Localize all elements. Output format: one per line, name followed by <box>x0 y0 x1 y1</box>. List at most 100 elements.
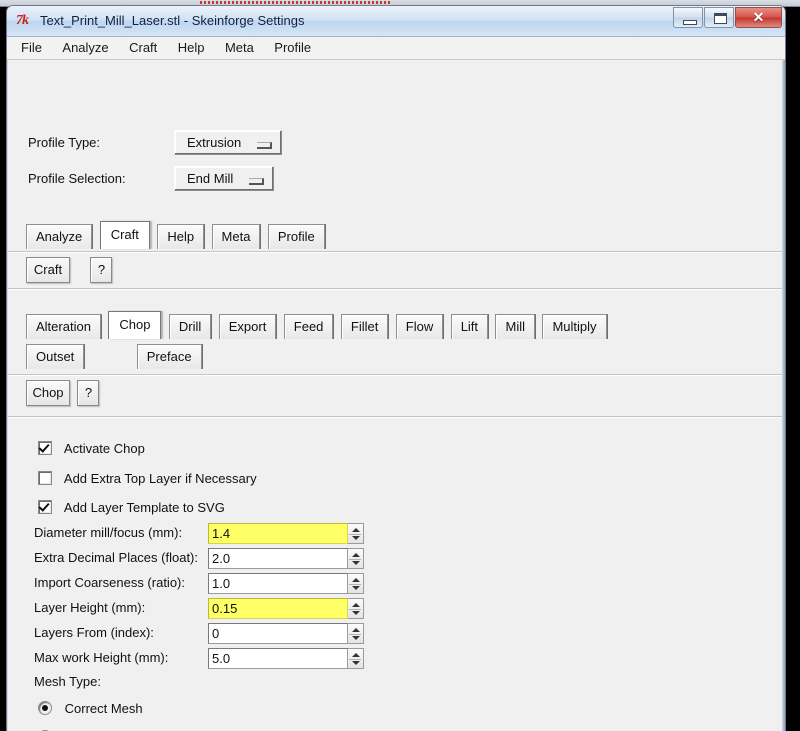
checkbox-label: Add Extra Top Layer if Necessary <box>63 471 257 486</box>
diameter-mill-focus-input[interactable]: 1.4 <box>208 523 348 544</box>
craft-button-row: Craft ? <box>26 257 128 283</box>
craft-button[interactable]: Craft <box>26 257 70 283</box>
tab-outset[interactable]: Outset <box>26 344 85 369</box>
tab-alteration[interactable]: Alteration <box>26 314 101 339</box>
stepper-up-icon <box>352 653 360 657</box>
checkbox-label: Add Layer Template to SVG <box>63 500 225 515</box>
stepper-up-icon <box>352 553 360 557</box>
craft-tab-strip-row2: Outset Preface <box>26 344 205 369</box>
tk-logo-icon: 7k <box>16 13 29 28</box>
stepper-down-icon <box>352 536 360 540</box>
stepper-down-icon <box>352 561 360 565</box>
profile-selection-label: Profile Selection: <box>28 171 126 186</box>
close-button[interactable]: ✕ <box>735 7 782 28</box>
minimize-icon <box>683 20 697 25</box>
mesh-type-label: Mesh Type: <box>34 674 101 689</box>
stepper-up-icon <box>352 528 360 532</box>
close-icon: ✕ <box>752 9 765 25</box>
menu-item-analyze[interactable]: Analyze <box>54 37 116 58</box>
maximize-button[interactable] <box>704 7 734 28</box>
tab-profile[interactable]: Profile <box>267 224 325 249</box>
stepper-down-icon <box>352 586 360 590</box>
diameter-mill-focus-stepper[interactable] <box>348 523 364 544</box>
layers-from-stepper[interactable] <box>348 623 364 644</box>
settings-client-area: Profile Type: Extrusion Profile Selectio… <box>7 60 785 731</box>
tab-craft[interactable]: Craft <box>99 221 150 249</box>
radio-selected-icon <box>38 701 52 715</box>
tab-flow[interactable]: Flow <box>395 314 444 339</box>
extra-decimal-places-stepper[interactable] <box>348 548 364 569</box>
checkbox-add-layer-template-to-svg[interactable]: Add Layer Template to SVG <box>38 500 225 515</box>
section-separator <box>8 251 782 253</box>
checkbox-unchecked-icon <box>38 471 52 485</box>
max-work-height-input[interactable]: 5.0 <box>208 648 348 669</box>
max-work-height-stepper[interactable] <box>348 648 364 669</box>
tab-feed[interactable]: Feed <box>283 314 334 339</box>
stepper-down-icon <box>352 611 360 615</box>
layers-from-input[interactable]: 0 <box>208 623 348 644</box>
chop-button-row: Chop ? <box>26 380 100 406</box>
profile-type-value: Extrusion <box>187 135 242 150</box>
checkbox-checked-icon <box>38 441 52 455</box>
checkbox-checked-icon <box>38 500 52 514</box>
tab-mill[interactable]: Mill <box>495 314 535 339</box>
tab-chop[interactable]: Chop <box>108 311 162 339</box>
chop-help-button[interactable]: ? <box>77 380 100 406</box>
stepper-down-icon <box>352 661 360 665</box>
window-title: Text_Print_Mill_Laser.stl - Skeinforge S… <box>40 13 305 28</box>
radio-correct-mesh[interactable]: Correct Mesh <box>38 701 143 716</box>
field-label: Import Coarseness (ratio): <box>34 575 185 590</box>
profile-selection-dropdown[interactable]: End Mill <box>174 166 274 191</box>
chop-button[interactable]: Chop <box>26 380 70 406</box>
stepper-up-icon <box>352 578 360 582</box>
tab-lift[interactable]: Lift <box>450 314 489 339</box>
stepper-down-icon <box>352 636 360 640</box>
checkbox-label: Activate Chop <box>63 441 145 456</box>
main-tab-strip: Analyze Craft Help Meta Profile <box>26 221 328 249</box>
minimize-button[interactable] <box>673 7 703 28</box>
import-coarseness-input[interactable]: 1.0 <box>208 573 348 594</box>
profile-selection-value: End Mill <box>187 171 234 186</box>
section-separator <box>8 374 782 376</box>
craft-help-button[interactable]: ? <box>90 257 113 283</box>
maximize-icon <box>714 13 727 24</box>
menu-item-file[interactable]: File <box>13 37 50 58</box>
profile-type-label: Profile Type: <box>28 135 101 150</box>
field-label: Extra Decimal Places (float): <box>34 550 198 565</box>
tab-analyze[interactable]: Analyze <box>26 224 93 249</box>
tab-fillet[interactable]: Fillet <box>340 314 389 339</box>
stepper-up-icon <box>352 628 360 632</box>
menu-item-craft[interactable]: Craft <box>121 37 165 58</box>
field-label: Layers From (index): <box>34 625 154 640</box>
section-separator <box>8 416 782 418</box>
import-coarseness-stepper[interactable] <box>348 573 364 594</box>
tab-export[interactable]: Export <box>218 314 277 339</box>
extra-decimal-places-input[interactable]: 2.0 <box>208 548 348 569</box>
option-menu-indicator-icon <box>257 142 272 149</box>
menu-item-meta[interactable]: Meta <box>217 37 262 58</box>
background-window-decoration <box>200 1 390 4</box>
craft-tab-strip-row1: Alteration Chop Drill Export Feed Fillet… <box>26 311 610 339</box>
layer-height-stepper[interactable] <box>348 598 364 619</box>
tab-preface[interactable]: Preface <box>136 344 202 369</box>
tab-drill[interactable]: Drill <box>168 314 212 339</box>
field-label: Layer Height (mm): <box>34 600 146 615</box>
section-separator <box>8 288 782 290</box>
menu-item-profile[interactable]: Profile <box>266 37 319 58</box>
tab-meta[interactable]: Meta <box>211 224 261 249</box>
menu-bar: File Analyze Craft Help Meta Profile <box>7 37 785 60</box>
profile-type-dropdown[interactable]: Extrusion <box>174 130 282 155</box>
title-bar: 7k Text_Print_Mill_Laser.stl - Skeinforg… <box>7 6 785 37</box>
stepper-up-icon <box>352 603 360 607</box>
menu-item-help[interactable]: Help <box>170 37 213 58</box>
checkbox-activate-chop[interactable]: Activate Chop <box>38 441 145 456</box>
option-menu-indicator-icon <box>249 178 264 185</box>
layer-height-input[interactable]: 0.15 <box>208 598 348 619</box>
tab-multiply[interactable]: Multiply <box>542 314 607 339</box>
field-label: Diameter mill/focus (mm): <box>34 525 183 540</box>
checkbox-add-extra-top-layer[interactable]: Add Extra Top Layer if Necessary <box>38 471 257 486</box>
field-label: Max work Height (mm): <box>34 650 169 665</box>
tab-help[interactable]: Help <box>157 224 205 249</box>
skeinforge-settings-window: 7k Text_Print_Mill_Laser.stl - Skeinforg… <box>6 5 786 731</box>
radio-label: Correct Mesh <box>64 701 143 716</box>
